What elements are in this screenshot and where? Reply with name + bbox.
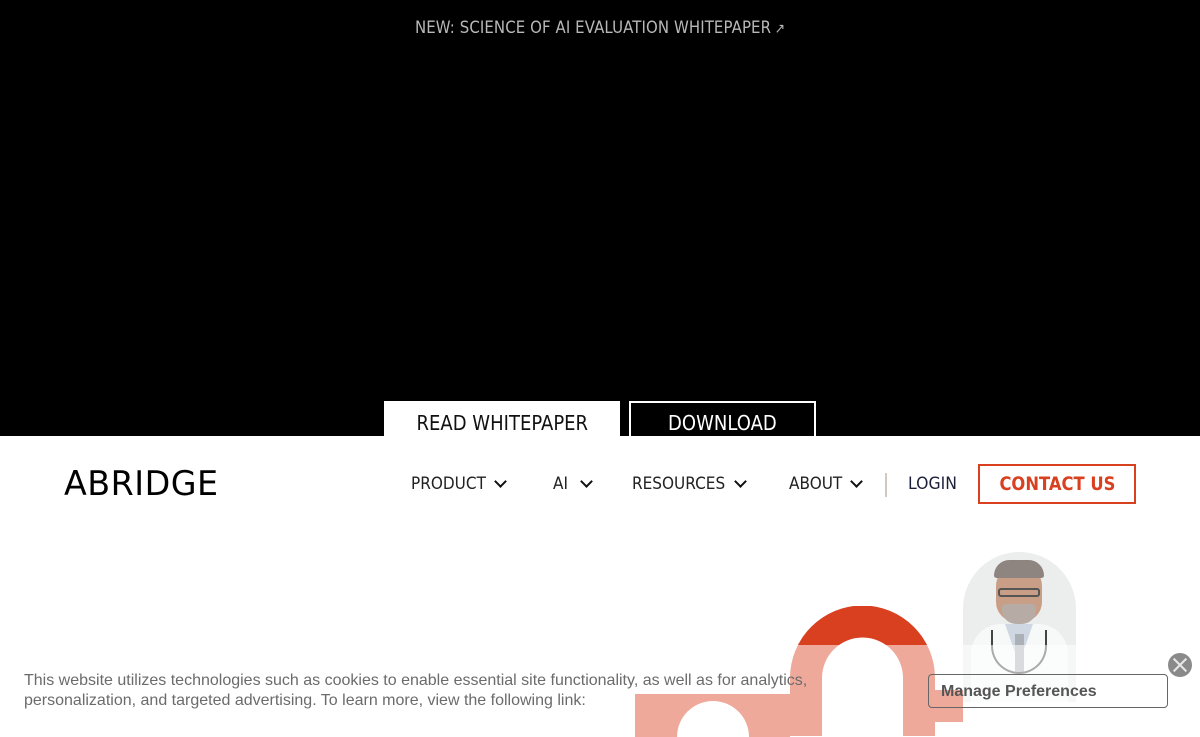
nav-item-label: ABOUT xyxy=(789,474,843,494)
download-label: DOWNLOAD xyxy=(668,411,777,435)
nav-item-label: AI xyxy=(553,474,568,494)
chevron-down-icon xyxy=(733,474,747,488)
portrait-glasses xyxy=(998,588,1040,597)
contact-us-button[interactable]: CONTACT US xyxy=(978,464,1136,504)
nav-item-product[interactable]: PRODUCT xyxy=(411,474,508,494)
top-navigation: ABRIDGE PRODUCT AI RESOURCES ABOUT LOGIN… xyxy=(0,436,1200,536)
whitepaper-banner-link[interactable]: NEW: SCIENCE OF AI EVALUATION WHITEPAPER… xyxy=(72,18,1128,38)
read-whitepaper-button[interactable]: READ WHITEPAPER xyxy=(384,401,620,436)
login-label: LOGIN xyxy=(908,474,957,494)
portrait-hair xyxy=(994,560,1044,578)
nav-item-ai[interactable]: AI xyxy=(553,474,593,494)
close-icon[interactable] xyxy=(1168,653,1192,677)
portrait-beard xyxy=(1002,604,1036,624)
nav-item-about[interactable]: ABOUT xyxy=(789,474,864,494)
chevron-down-icon xyxy=(494,474,508,488)
cookie-text: This website utilizes technologies such … xyxy=(24,672,808,709)
nav-divider xyxy=(885,473,887,497)
contact-us-label: CONTACT US xyxy=(999,473,1115,495)
nav-item-label: RESOURCES xyxy=(632,474,726,494)
chevron-down-icon xyxy=(850,474,864,488)
nav-item-label: PRODUCT xyxy=(411,474,486,494)
manage-preferences-button[interactable]: Manage Preferences xyxy=(928,674,1168,708)
login-link[interactable]: LOGIN xyxy=(908,474,961,494)
chevron-down-icon xyxy=(579,474,593,488)
banner-text: NEW: SCIENCE OF AI EVALUATION WHITEPAPER xyxy=(414,18,772,38)
hero-section: NEW: SCIENCE OF AI EVALUATION WHITEPAPER… xyxy=(0,0,1200,436)
abridge-logo[interactable]: ABRIDGE xyxy=(64,464,219,504)
read-whitepaper-label: READ WHITEPAPER xyxy=(416,411,588,435)
arrow-up-right-icon: ↗ xyxy=(774,21,786,37)
download-button[interactable]: DOWNLOAD xyxy=(629,401,816,436)
cookie-banner: This website utilizes technologies such … xyxy=(0,645,1200,737)
nav-item-resources[interactable]: RESOURCES xyxy=(632,474,747,494)
